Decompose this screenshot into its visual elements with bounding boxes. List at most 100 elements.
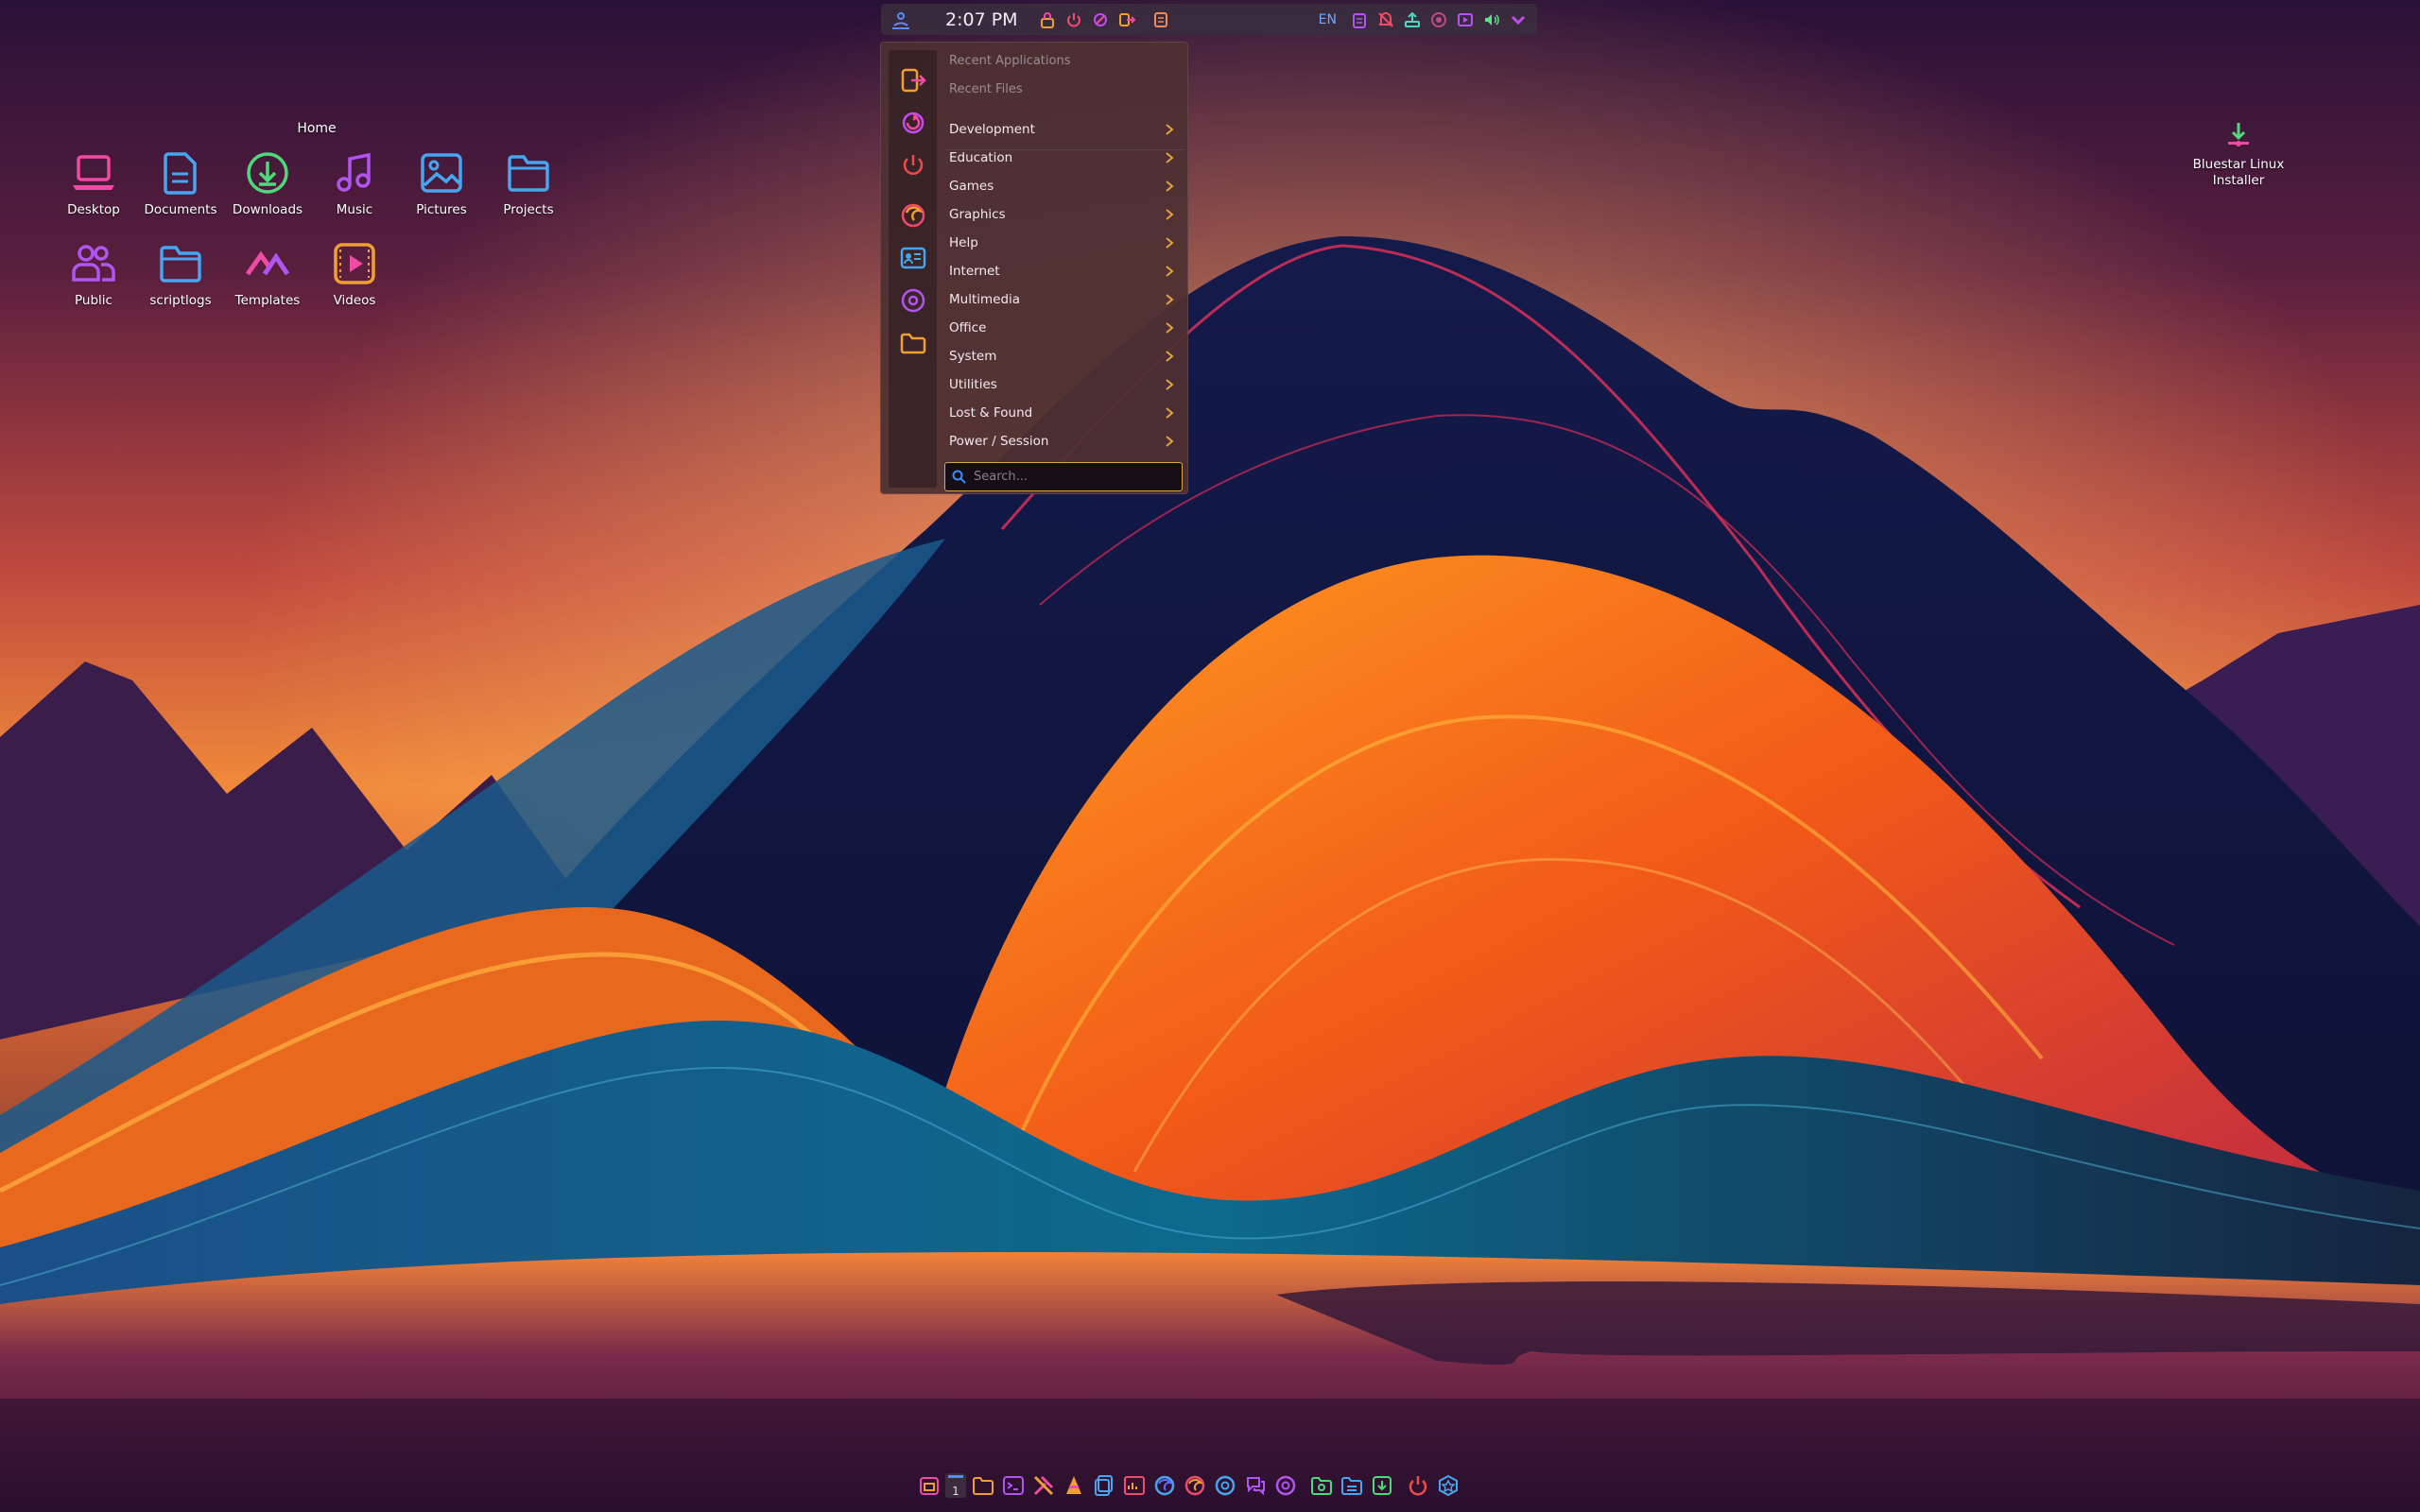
menu-category-help[interactable]: Help xyxy=(945,229,1182,257)
chevron-down-icon[interactable] xyxy=(1507,9,1530,31)
settings-icon[interactable] xyxy=(899,286,927,315)
desktop-folder-scriptlogs[interactable]: scriptlogs xyxy=(138,240,223,308)
menu-category-label: Help xyxy=(949,235,978,250)
chevron-right-icon xyxy=(1166,237,1174,249)
templates-icon xyxy=(245,250,290,276)
media-icon[interactable] xyxy=(1454,9,1477,31)
menu-category-development[interactable]: Development xyxy=(945,115,1182,144)
chevron-right-icon xyxy=(1166,379,1174,390)
menu-category-label: Office xyxy=(949,320,987,335)
chrome-icon[interactable] xyxy=(1211,1472,1238,1500)
logout-icon[interactable] xyxy=(1115,9,1138,31)
presentation-icon[interactable] xyxy=(1120,1472,1148,1500)
volume-icon[interactable] xyxy=(1480,9,1503,31)
launcher-icon xyxy=(892,11,909,29)
clock[interactable]: 2:07 PM xyxy=(945,9,1030,30)
contacts-icon[interactable] xyxy=(899,244,927,272)
power-icon[interactable] xyxy=(899,151,927,180)
chevron-right-icon xyxy=(1166,351,1174,362)
menu-search-input[interactable] xyxy=(972,469,1174,485)
home-folder-label: Home xyxy=(297,121,337,136)
tools-icon[interactable] xyxy=(1029,1472,1057,1500)
downloads-folder-icon[interactable] xyxy=(1368,1472,1395,1500)
picture-icon xyxy=(421,153,462,193)
power-icon[interactable] xyxy=(1404,1472,1431,1500)
chevron-right-icon xyxy=(1166,209,1174,220)
vlc-icon[interactable] xyxy=(1060,1472,1087,1500)
keyboard-layout-indicator[interactable]: EN xyxy=(1319,12,1337,27)
firefox-icon[interactable] xyxy=(1150,1472,1178,1500)
chat-icon[interactable] xyxy=(1241,1472,1269,1500)
application-menu: Recent Applications Recent Files Develop… xyxy=(880,42,1188,494)
menu-category-graphics[interactable]: Graphics xyxy=(945,200,1182,229)
application-menu-button[interactable] xyxy=(889,8,913,32)
desktop-folder-downloads[interactable]: Downloads xyxy=(225,149,310,217)
chevron-right-icon xyxy=(1166,266,1174,277)
desktop-folder-videos[interactable]: Videos xyxy=(312,240,397,308)
menu-category-label: Development xyxy=(949,122,1035,137)
menu-category-label: Graphics xyxy=(949,207,1006,222)
menu-category-label: Internet xyxy=(949,264,1000,279)
menu-category-power-session[interactable]: Power / Session xyxy=(945,427,1182,455)
menu-category-label: Games xyxy=(949,179,994,194)
refresh-icon[interactable] xyxy=(1089,9,1112,31)
menu-category-label: Utilities xyxy=(949,377,997,392)
chevron-right-icon xyxy=(1166,322,1174,334)
menu-category-label: Education xyxy=(949,150,1013,165)
folder-icon xyxy=(508,155,549,192)
folder-icon[interactable] xyxy=(899,329,927,357)
desktop-folder-projects[interactable]: Projects xyxy=(486,149,571,217)
mute-icon[interactable] xyxy=(1374,9,1397,31)
download-icon xyxy=(247,152,288,194)
desktop-folder-public[interactable]: Public xyxy=(51,240,136,308)
desktop-folder-documents[interactable]: Documents xyxy=(138,149,223,217)
copy-icon[interactable] xyxy=(1090,1472,1117,1500)
installer-icon xyxy=(2228,123,2249,146)
web-browser-icon[interactable] xyxy=(899,201,927,230)
workspace-switcher[interactable]: 1 xyxy=(945,1473,966,1498)
music-icon xyxy=(337,152,371,192)
notes-icon[interactable] xyxy=(1150,9,1172,31)
menu-category-lost-and-found[interactable]: Lost & Found xyxy=(945,399,1182,427)
browser-icon[interactable] xyxy=(1181,1472,1208,1500)
menu-category-utilities[interactable]: Utilities xyxy=(945,370,1182,399)
chevron-right-icon xyxy=(1166,407,1174,419)
users-icon xyxy=(72,245,115,282)
bluestar-installer-launcher[interactable]: Bluestar Linux Installer xyxy=(2188,121,2289,189)
recent-applications-item[interactable]: Recent Applications xyxy=(949,54,1070,68)
restart-icon[interactable] xyxy=(899,109,927,137)
files-icon[interactable] xyxy=(915,1472,942,1500)
documents-folder-icon[interactable] xyxy=(1338,1472,1365,1500)
desktop-folder-desktop[interactable]: Desktop xyxy=(51,149,136,217)
terminal-icon[interactable] xyxy=(999,1472,1027,1500)
menu-category-internet[interactable]: Internet xyxy=(945,257,1182,285)
menu-category-games[interactable]: Games xyxy=(945,172,1182,200)
menu-search-box xyxy=(944,462,1183,491)
theme-icon[interactable] xyxy=(1427,9,1450,31)
network-icon[interactable] xyxy=(1401,9,1424,31)
menu-category-multimedia[interactable]: Multimedia xyxy=(945,285,1182,314)
menu-category-education[interactable]: Education xyxy=(945,144,1182,172)
laptop-icon xyxy=(73,155,114,190)
desktop-folder-music[interactable]: Music xyxy=(312,149,397,217)
desktop-folder-templates[interactable]: Templates xyxy=(225,240,310,308)
settings-icon[interactable] xyxy=(1271,1472,1299,1500)
chevron-right-icon xyxy=(1166,124,1174,135)
folder-icon[interactable] xyxy=(969,1472,996,1500)
desktop-wallpaper xyxy=(0,0,2420,1512)
installer-label-line2: Installer xyxy=(2212,173,2265,188)
app-store-icon[interactable] xyxy=(1434,1472,1461,1500)
top-panel: 2:07 PM EN xyxy=(881,4,1537,35)
menu-category-system[interactable]: System xyxy=(945,342,1182,370)
logout-icon[interactable] xyxy=(899,66,927,94)
menu-category-office[interactable]: Office xyxy=(945,314,1182,342)
folder-icon xyxy=(160,246,201,283)
power-icon[interactable] xyxy=(1063,9,1085,31)
menu-category-label: Power / Session xyxy=(949,434,1049,449)
camera-folder-icon[interactable] xyxy=(1307,1472,1335,1500)
desktop-folder-pictures[interactable]: Pictures xyxy=(399,149,484,217)
recent-files-item[interactable]: Recent Files xyxy=(949,82,1023,96)
lock-icon[interactable] xyxy=(1036,9,1059,31)
menu-sidebar xyxy=(889,50,937,488)
clipboard-icon[interactable] xyxy=(1348,9,1371,31)
